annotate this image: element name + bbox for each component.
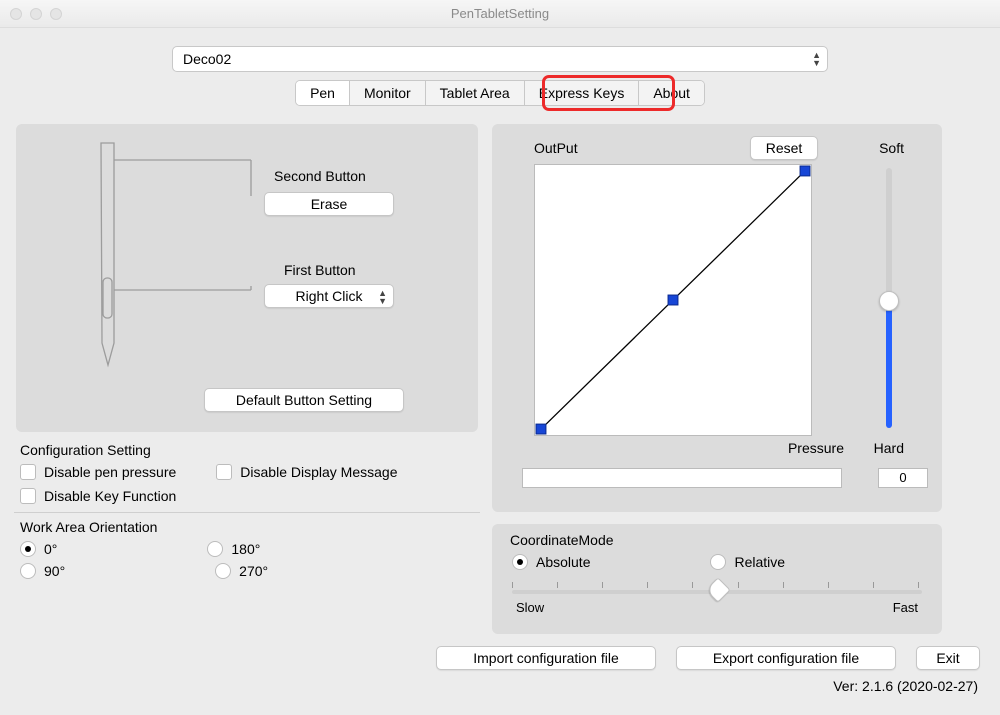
device-select[interactable]: Deco02 ▲▼ [172,46,828,72]
first-button-select[interactable]: Right Click ▲▼ [264,284,394,308]
coordinate-mode-panel: CoordinateMode Absolute Relative Slow Fa… [492,524,942,634]
pen-illustration [86,138,266,388]
softness-slider[interactable] [886,168,892,428]
export-config-button[interactable]: Export configuration file [676,646,896,670]
fast-label: Fast [893,600,918,615]
first-button-label: First Button [284,262,356,278]
exit-button[interactable]: Exit [916,646,980,670]
tab-pen[interactable]: Pen [296,81,350,105]
output-label: OutPut [534,140,578,156]
disable-pen-pressure-checkbox[interactable]: Disable pen pressure [20,464,176,480]
chevron-updown-icon: ▲▼ [812,51,821,67]
tab-tablet-area[interactable]: Tablet Area [426,81,525,105]
pressure-axis-label: Pressure [788,440,844,456]
window-controls [10,8,62,20]
disable-display-message-checkbox[interactable]: Disable Display Message [216,464,397,480]
speed-slider[interactable]: Slow Fast [512,576,922,602]
slow-label: Slow [516,600,544,615]
orientation-heading: Work Area Orientation [20,519,478,535]
soft-label: Soft [879,140,904,156]
second-button-select[interactable]: Erase [264,192,394,216]
window-title: PenTabletSetting [0,6,1000,21]
window-body: Deco02 ▲▼ Pen Monitor Tablet Area Expres… [0,28,1000,715]
config-heading: Configuration Setting [20,442,478,458]
orientation-0[interactable]: 0° [20,541,57,557]
device-select-value: Deco02 [183,51,231,67]
minimize-icon[interactable] [30,8,42,20]
tab-express-keys[interactable]: Express Keys [525,81,640,105]
tabs: Pen Monitor Tablet Area Express Keys Abo… [16,80,984,110]
import-config-button[interactable]: Import configuration file [436,646,656,670]
hard-label: Hard [874,440,904,456]
coord-relative[interactable]: Relative [710,554,785,570]
default-button-setting[interactable]: Default Button Setting [204,388,404,412]
disable-key-function-checkbox[interactable]: Disable Key Function [20,488,176,504]
close-icon[interactable] [10,8,22,20]
reset-button[interactable]: Reset [750,136,818,160]
pressure-meter [522,468,842,488]
orientation-90[interactable]: 90° [20,563,65,579]
pressure-curve[interactable] [534,164,812,436]
tab-monitor[interactable]: Monitor [350,81,426,105]
pressure-panel: OutPut Reset Soft Hard Pressure [492,124,942,512]
second-button-label: Second Button [274,168,366,184]
chevron-updown-icon: ▲▼ [378,289,387,305]
titlebar: PenTabletSetting [0,0,1000,28]
zoom-icon[interactable] [50,8,62,20]
pressure-value: 0 [878,468,928,488]
version-label: Ver: 2.1.6 (2020-02-27) [16,678,984,694]
coord-heading: CoordinateMode [510,532,928,548]
orientation-270[interactable]: 270° [215,563,268,579]
tab-about[interactable]: About [639,81,704,105]
orientation-180[interactable]: 180° [207,541,260,557]
pen-panel: Second Button Erase First Button Right C… [16,124,478,432]
coord-absolute[interactable]: Absolute [512,554,590,570]
configuration-setting: Configuration Setting Disable pen pressu… [16,442,478,579]
